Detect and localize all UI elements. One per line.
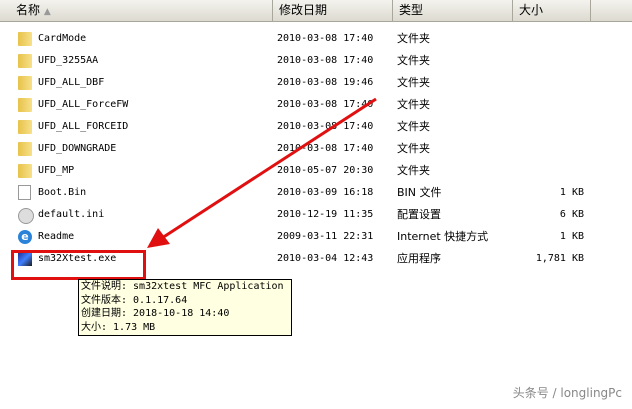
- tooltip-version: 文件版本: 0.1.17.64: [81, 294, 188, 306]
- tooltip-created: 创建日期: 2018-10-18 14:40: [81, 308, 230, 319]
- file-tooltip: 文件说明: sm32xtest MFC Application 文件版本: 0.…: [78, 279, 292, 336]
- tooltip-size: 大小: 1.73 MB: [81, 321, 156, 333]
- watermark: 头条号 / longlingPc: [512, 386, 622, 400]
- tooltip-description: 文件说明: sm32xtest MFC Application: [81, 281, 284, 292]
- red-arrow: [147, 97, 377, 248]
